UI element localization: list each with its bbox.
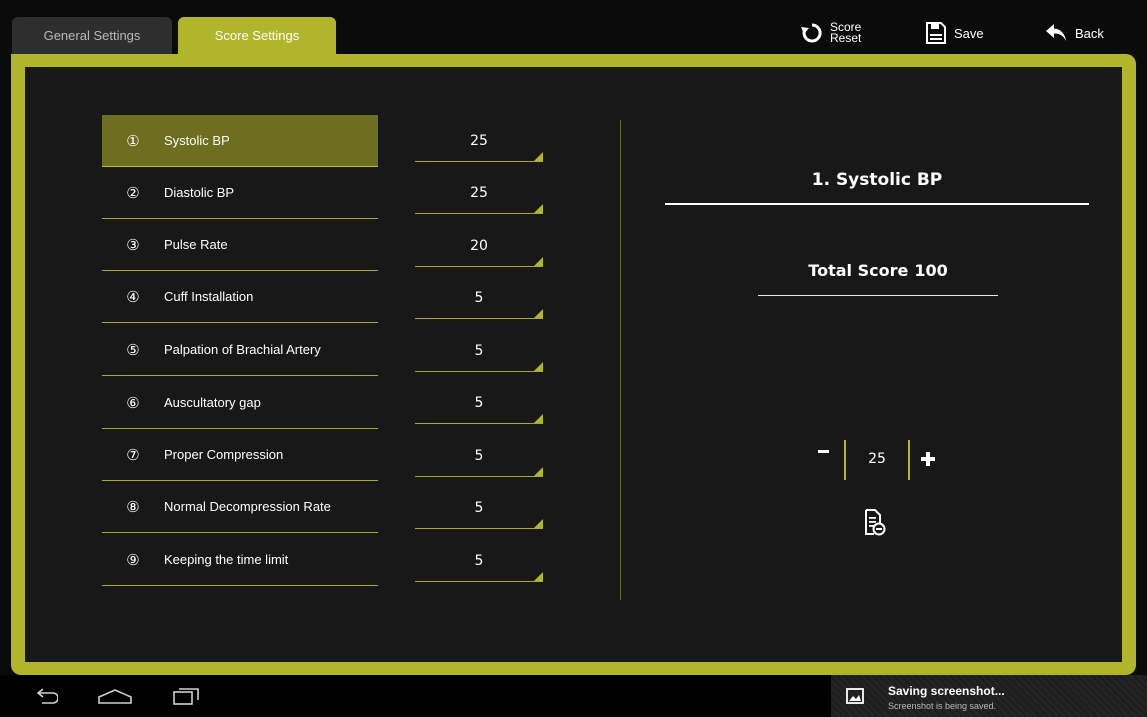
back-icon bbox=[1046, 24, 1066, 41]
score-item-label: Keeping the time limit bbox=[164, 552, 289, 567]
image-icon bbox=[846, 688, 864, 704]
score-item-row[interactable]: ② Diastolic BP bbox=[102, 167, 378, 219]
increment-button[interactable] bbox=[916, 438, 940, 482]
total-score: Total Score 100 bbox=[758, 261, 998, 280]
tab-score-settings[interactable]: Score Settings bbox=[178, 17, 336, 54]
score-item-label: Cuff Installation bbox=[164, 289, 254, 304]
score-value-field[interactable]: 25 bbox=[415, 120, 543, 162]
field-corner-marker bbox=[534, 362, 543, 371]
score-value-field[interactable]: 5 bbox=[415, 540, 543, 582]
score-item-row[interactable]: ⑤ Palpation of Brachial Artery bbox=[102, 324, 378, 376]
recent-apps-nav-icon[interactable] bbox=[172, 687, 200, 705]
stepper-divider bbox=[844, 440, 846, 480]
notification-title: Saving screenshot... bbox=[888, 684, 1005, 698]
save-button[interactable]: Save bbox=[926, 16, 984, 50]
reset-icon bbox=[801, 23, 822, 43]
score-value: 25 bbox=[470, 184, 488, 201]
score-item-number: ① bbox=[126, 132, 140, 150]
field-corner-marker bbox=[534, 309, 543, 318]
title-underline bbox=[665, 203, 1089, 205]
score-value: 25 bbox=[470, 132, 488, 149]
score-item-row[interactable]: ⑨ Keeping the time limit bbox=[102, 534, 378, 586]
field-corner-marker bbox=[534, 257, 543, 266]
score-value-field[interactable]: 5 bbox=[415, 487, 543, 529]
score-value-field[interactable]: 5 bbox=[415, 435, 543, 477]
score-item-row[interactable]: ⑥ Auscultatory gap bbox=[102, 377, 378, 429]
field-corner-marker bbox=[534, 467, 543, 476]
score-item-label: Systolic BP bbox=[164, 133, 230, 148]
score-value-field[interactable]: 20 bbox=[415, 225, 543, 267]
score-value: 5 bbox=[474, 499, 484, 516]
score-item-label: Diastolic BP bbox=[164, 185, 235, 200]
score-item-number: ⑤ bbox=[126, 341, 140, 359]
top-bar: General Settings Score Settings Score Re… bbox=[0, 0, 1147, 54]
total-underline bbox=[758, 295, 998, 296]
score-item-label: Normal Decompression Rate bbox=[164, 499, 331, 514]
score-reset-button[interactable]: Score Reset bbox=[800, 16, 861, 50]
score-value: 5 bbox=[474, 447, 484, 464]
score-item-number: ④ bbox=[126, 288, 140, 306]
score-item-row[interactable]: ④ Cuff Installation bbox=[102, 271, 378, 323]
back-button[interactable]: Back bbox=[1045, 16, 1104, 50]
detail-title: 1. Systolic BP bbox=[811, 170, 943, 190]
remove-document-icon[interactable] bbox=[864, 509, 886, 537]
score-item-number: ⑨ bbox=[126, 551, 140, 569]
score-item-label: Palpation of Brachial Artery bbox=[164, 342, 321, 357]
field-corner-marker bbox=[534, 414, 543, 423]
score-value: 5 bbox=[474, 552, 484, 569]
back-label: Back bbox=[1075, 25, 1104, 41]
field-corner-marker bbox=[534, 572, 543, 581]
screenshot-notification[interactable]: Saving screenshot... Screenshot is being… bbox=[831, 675, 1147, 717]
score-item-row[interactable]: ① Systolic BP bbox=[102, 115, 378, 167]
save-icon bbox=[926, 22, 946, 44]
home-nav-icon[interactable] bbox=[97, 688, 133, 704]
score-value-field[interactable]: 5 bbox=[415, 277, 543, 319]
score-item-label: Pulse Rate bbox=[164, 237, 228, 252]
score-item-number: ⑦ bbox=[126, 446, 140, 464]
field-corner-marker bbox=[534, 204, 543, 213]
score-item-number: ⑥ bbox=[126, 394, 140, 412]
tab-general-settings[interactable]: General Settings bbox=[12, 17, 172, 54]
score-value-field[interactable]: 5 bbox=[415, 382, 543, 424]
decrement-button[interactable] bbox=[810, 438, 840, 482]
score-item-row[interactable]: ③ Pulse Rate bbox=[102, 219, 378, 271]
score-item-label: Auscultatory gap bbox=[164, 395, 261, 410]
score-value: 5 bbox=[474, 342, 484, 359]
score-reset-label-line2: Reset bbox=[830, 31, 862, 45]
total-score-value: 100 bbox=[914, 261, 948, 280]
vertical-divider bbox=[620, 120, 621, 600]
score-value: 20 bbox=[470, 237, 488, 254]
stepper-divider bbox=[908, 440, 910, 480]
score-value-field[interactable]: 5 bbox=[415, 330, 543, 372]
stepper-value[interactable]: 25 bbox=[852, 451, 902, 467]
back-nav-icon[interactable] bbox=[34, 688, 58, 704]
minus-icon bbox=[818, 450, 829, 453]
total-score-label: Total Score bbox=[808, 261, 909, 280]
plus-icon bbox=[921, 452, 935, 466]
score-item-row[interactable]: ⑦ Proper Compression bbox=[102, 429, 378, 481]
score-value: 5 bbox=[474, 394, 484, 411]
score-item-number: ③ bbox=[126, 236, 140, 254]
score-item-label: Proper Compression bbox=[164, 447, 284, 462]
score-value: 5 bbox=[474, 289, 484, 306]
notification-subtitle: Screenshot is being saved. bbox=[888, 701, 997, 711]
score-value-field[interactable]: 25 bbox=[415, 172, 543, 214]
save-label: Save bbox=[954, 25, 984, 41]
field-corner-marker bbox=[534, 519, 543, 528]
score-item-row[interactable]: ⑧ Normal Decompression Rate bbox=[102, 481, 378, 533]
score-item-number: ② bbox=[126, 184, 140, 202]
score-item-number: ⑧ bbox=[126, 498, 140, 516]
field-corner-marker bbox=[534, 152, 543, 161]
